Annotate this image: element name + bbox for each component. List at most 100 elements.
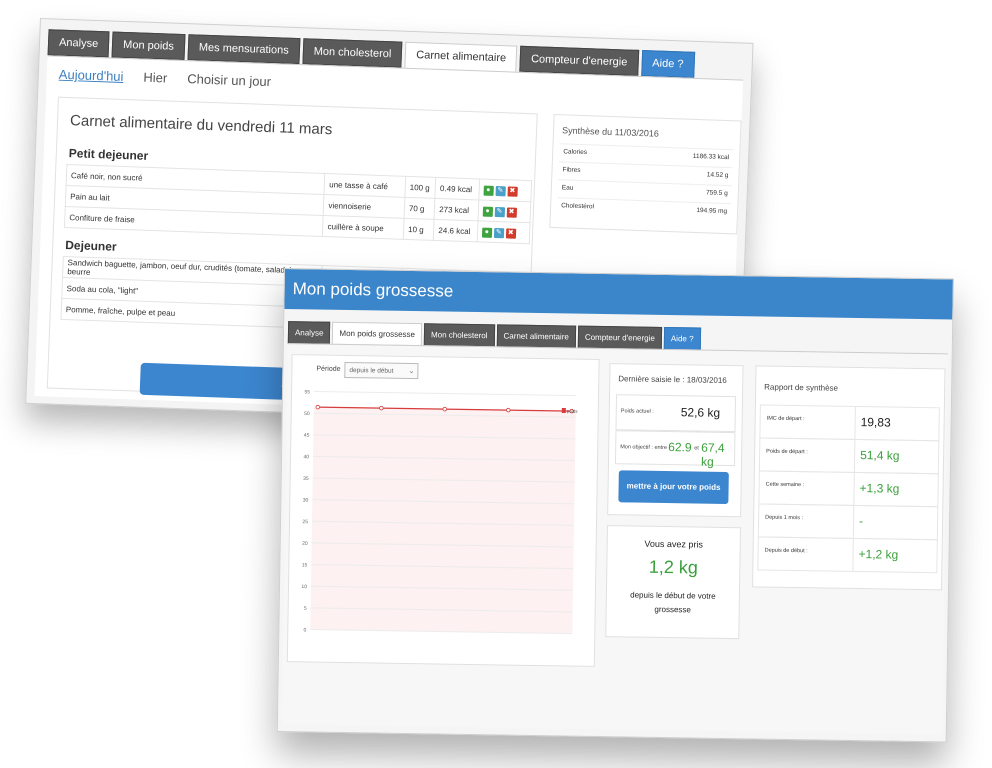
synthesis-value: 14.52 g: [706, 171, 729, 180]
chevron-down-icon: ⌄: [408, 367, 415, 376]
last-entry-date: Dernière saisie le : 18/03/2016: [618, 374, 727, 385]
page-header: Mon poids grossesse: [284, 269, 953, 320]
back-tab-1[interactable]: Mon poids: [111, 31, 186, 61]
synthesis-value: 194.95 mg: [696, 207, 728, 216]
day-subnav: Aujourd'hui Hier Choisir un jour: [59, 67, 292, 90]
report-divider: [853, 472, 855, 505]
plot-area: [310, 407, 576, 634]
report-value: +1,3 kg: [859, 481, 900, 496]
food-actions-cell: ●✎✖: [477, 199, 531, 223]
report-label: Poids de départ :: [766, 448, 808, 456]
summary-report-panel: Rapport de synthèse IMC de départ : 19,83…: [752, 365, 946, 591]
report-label: Cette semaine :: [765, 481, 805, 489]
food-g-cell: 100 g: [404, 176, 436, 199]
meal-title-breakfast: Petit dejeuner: [68, 146, 149, 163]
food-g-cell: 10 g: [403, 218, 435, 241]
breakfast-table: Café noir, non sucré une tasse à café 100 …: [64, 164, 532, 244]
delete-icon[interactable]: ✖: [507, 185, 518, 197]
synthesis-label: Fibres: [562, 166, 581, 174]
report-row: Cette semaine : +1,3 kg: [758, 470, 939, 508]
y-tick-label: 55: [304, 389, 310, 395]
y-tick-label: 20: [302, 541, 308, 547]
gain-text-line1: Vous avez pris: [644, 538, 704, 550]
subnav-choose-day[interactable]: Choisir un jour: [187, 71, 271, 89]
data-point: [506, 407, 511, 413]
y-tick-label: 40: [303, 454, 309, 460]
current-weight-label: Poids actuel :: [620, 408, 654, 415]
back-tab-6[interactable]: Aide ?: [640, 50, 695, 78]
back-tab-2[interactable]: Mes mensurations: [187, 34, 301, 65]
delete-icon[interactable]: ✖: [505, 227, 516, 239]
period-select-value: depuis le début: [349, 367, 394, 375]
synthesis-label: Cholestérol: [561, 202, 595, 211]
y-tick-label: 25: [302, 519, 308, 525]
current-weight-row: Poids actuel : 52,6 kg: [615, 394, 737, 433]
food-actions-cell: ●✎✖: [478, 178, 532, 202]
front-tab-2[interactable]: Mon cholesterol: [423, 323, 495, 348]
edit-icon[interactable]: ✎: [495, 185, 506, 196]
daily-synthesis-panel: Synthèse du 11/03/2016 Calories 1186.33 k…: [549, 113, 742, 235]
gain-value: 1,2 kg: [648, 556, 699, 578]
report-value: +1,2 kg: [858, 547, 899, 562]
back-tab-0[interactable]: Analyse: [47, 29, 110, 58]
data-point: [442, 406, 448, 412]
synthesis-label: Calories: [563, 148, 588, 157]
y-tick-label: 15: [302, 562, 308, 568]
synthesis-title: Synthèse du 11/03/2016: [561, 125, 660, 139]
food-kcal-cell: 0.49 kcal: [435, 177, 480, 200]
data-point: [379, 405, 384, 411]
back-tab-3[interactable]: Mon cholesterol: [302, 38, 403, 68]
y-tick-label: 30: [303, 498, 309, 504]
y-tick-label: 45: [304, 433, 310, 439]
pregnancy-weight-window: Mon poids grossesse Analyse Mon poids gro…: [276, 268, 954, 743]
report-title: Rapport de synthèse: [764, 382, 839, 393]
edit-icon[interactable]: ✎: [494, 206, 505, 217]
weight-line-chart: 0 5 10 15 20 25 30 35 40 45 50 55 poids: [301, 389, 578, 635]
objective-high: 67,4 kg: [700, 440, 725, 469]
info-icon[interactable]: ●: [482, 206, 493, 217]
period-label: Période: [316, 365, 341, 373]
report-row: Poids de départ : 51,4 kg: [758, 437, 940, 475]
food-qty-cell: cuillère à soupe: [322, 215, 405, 240]
y-tick-label: 0: [303, 627, 306, 633]
objective-and: et: [694, 445, 699, 452]
report-row: Depuis 1 mois : -: [757, 503, 939, 541]
subnav-today[interactable]: Aujourd'hui: [59, 67, 124, 84]
food-qty-cell: viennoiserie: [323, 194, 405, 219]
front-tab-1[interactable]: Mon poids grossesse: [332, 321, 423, 347]
report-divider: [853, 439, 856, 472]
front-tab-0[interactable]: Analyse: [287, 321, 331, 345]
info-icon[interactable]: ●: [483, 185, 494, 196]
weight-chart-panel: Période depuis le début ⌄ 0 5 10 15 20 25 30 35…: [286, 354, 600, 667]
update-weight-button[interactable]: mettre à jour votre poids: [618, 470, 729, 505]
back-tab-5[interactable]: Compteur d'energie: [519, 45, 639, 76]
report-value: 19,83: [860, 415, 891, 430]
food-qty-cell: une tasse à café: [324, 173, 406, 198]
front-tab-3[interactable]: Carnet alimentaire: [496, 324, 577, 349]
report-divider: [852, 538, 854, 571]
current-weight-value: 52,6 kg: [680, 405, 721, 420]
gridline: [314, 390, 577, 397]
food-kcal-cell: 273 kcal: [434, 198, 479, 221]
report-label: IMC de départ :: [766, 415, 805, 423]
edit-icon[interactable]: ✎: [493, 227, 504, 238]
y-tick-label: 10: [301, 584, 307, 590]
front-tab-4[interactable]: Compteur d'energie: [577, 325, 663, 350]
report-value: 51,4 kg: [860, 448, 900, 463]
objective-row: Mon objectif : entre 62.9 et 67,4 kg: [614, 430, 736, 469]
pregnancy-weight-screenshot: Mon poids grossesse Analyse Mon poids gro…: [276, 268, 954, 743]
report-value: -: [858, 514, 864, 529]
report-label: Depuis 1 mois :: [765, 514, 804, 522]
front-tab-5[interactable]: Aide ?: [663, 326, 701, 351]
subnav-yesterday[interactable]: Hier: [143, 70, 167, 86]
synthesis-label: Eau: [561, 184, 574, 192]
last-entry-panel: Dernière saisie le : 18/03/2016 Poids ac…: [607, 363, 744, 518]
synthesis-value: 759.5 g: [705, 189, 728, 198]
weight-gain-panel: Vous avez pris 1,2 kg depuis le début de…: [605, 525, 741, 640]
period-select[interactable]: depuis le début ⌄: [344, 361, 419, 380]
front-content: Période depuis le début ⌄ 0 5 10 15 20 25 30 35…: [281, 343, 948, 735]
delete-icon[interactable]: ✖: [506, 206, 517, 218]
objective-low: 62.9: [668, 440, 692, 455]
info-icon[interactable]: ●: [481, 227, 492, 238]
report-row: Depuis de début : +1,2 kg: [757, 536, 938, 574]
